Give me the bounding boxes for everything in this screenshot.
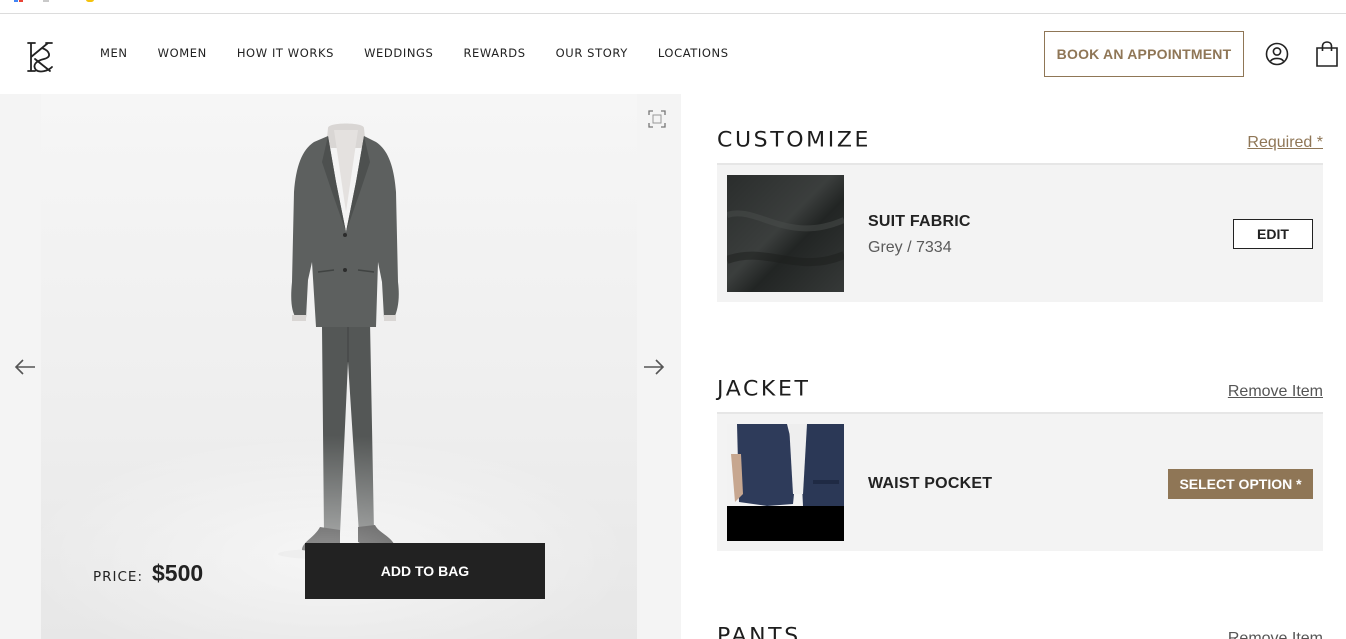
bookmark-icon[interactable] <box>14 0 18 2</box>
suit-product-image <box>278 123 418 560</box>
bookmark-icon[interactable] <box>86 0 94 2</box>
suit-fabric-card: SUIT FABRIC Grey / 7334 EDIT <box>717 163 1323 302</box>
customization-panel: CUSTOMIZE Required * SUIT FABRIC Grey / … <box>717 94 1323 639</box>
book-appointment-button[interactable]: BOOK AN APPOINTMENT <box>1044 31 1244 77</box>
nav-our-story[interactable]: OUR STORY <box>556 46 628 60</box>
nav-men[interactable]: MEN <box>100 46 128 60</box>
arrow-left-icon[interactable] <box>13 356 37 378</box>
main-nav: MEN WOMEN HOW IT WORKS WEDDINGS REWARDS … <box>100 46 759 60</box>
expand-icon[interactable] <box>648 110 666 128</box>
fabric-thumbnail <box>727 175 844 292</box>
bookmark-icon[interactable] <box>19 0 23 2</box>
price-label: PRICE: <box>93 569 144 585</box>
nav-women[interactable]: WOMEN <box>158 46 207 60</box>
account-icon[interactable] <box>1265 42 1289 66</box>
required-link[interactable]: Required * <box>1247 134 1323 152</box>
pants-section-title: PANTS <box>717 624 801 639</box>
site-header: MEN WOMEN HOW IT WORKS WEDDINGS REWARDS … <box>0 14 1346 94</box>
select-option-button[interactable]: SELECT OPTION * <box>1168 469 1313 499</box>
nav-how-it-works[interactable]: HOW IT WORKS <box>237 46 334 60</box>
remove-jacket-link[interactable]: Remove Item <box>1228 383 1323 401</box>
customize-section-title: CUSTOMIZE <box>717 128 872 153</box>
arrow-right-icon[interactable] <box>642 356 666 378</box>
bookmark-icon[interactable] <box>43 0 49 2</box>
suit-fabric-detail: Grey / 7334 <box>868 239 952 256</box>
nav-weddings[interactable]: WEDDINGS <box>364 46 433 60</box>
edit-button[interactable]: EDIT <box>1233 219 1313 249</box>
price: PRICE: $500 <box>93 560 203 587</box>
brand-monogram-icon[interactable] <box>22 39 58 75</box>
waist-pocket-name: WAIST POCKET <box>868 475 993 492</box>
product-gallery: PRICE: $500 ADD TO BAG <box>0 94 681 639</box>
waist-pocket-card: WAIST POCKET SELECT OPTION * <box>717 412 1323 551</box>
bookmarks-bar <box>0 0 1346 14</box>
jacket-section-title: JACKET <box>717 377 811 402</box>
waist-pocket-thumbnail <box>727 424 844 541</box>
suit-fabric-name: SUIT FABRIC <box>868 213 971 230</box>
price-value: $500 <box>152 560 204 586</box>
nav-rewards[interactable]: REWARDS <box>463 46 525 60</box>
remove-pants-link[interactable]: Remove Item <box>1228 630 1323 639</box>
shopping-bag-icon[interactable] <box>1315 41 1339 67</box>
nav-locations[interactable]: LOCATIONS <box>658 46 729 60</box>
add-to-bag-button[interactable]: ADD TO BAG <box>305 543 545 599</box>
